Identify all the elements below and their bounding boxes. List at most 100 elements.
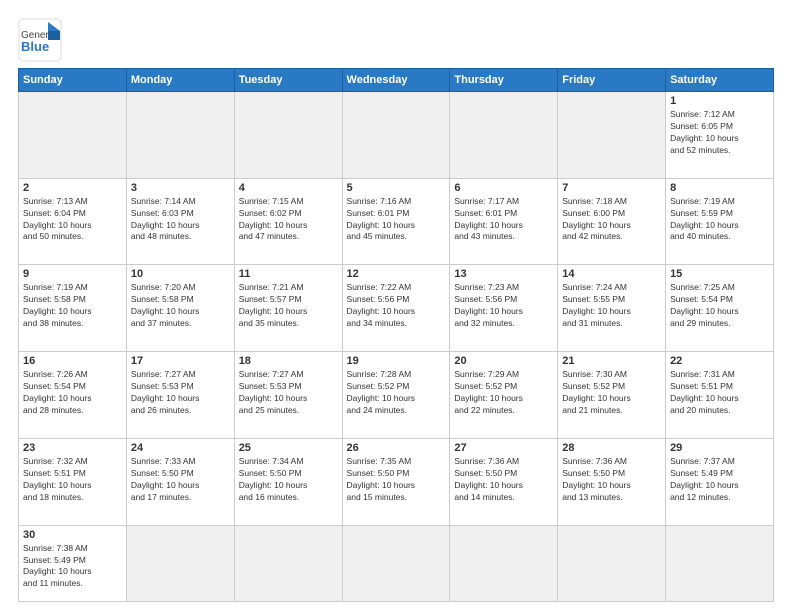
table-row: 30Sunrise: 7:38 AMSunset: 5:49 PMDayligh… [19,525,127,601]
table-row [126,92,234,179]
col-header-sunday: Sunday [19,69,127,92]
day-number: 3 [131,182,230,194]
day-number: 18 [239,355,338,367]
day-info: Sunrise: 7:30 AMSunset: 5:52 PMDaylight:… [562,369,661,417]
day-number: 25 [239,442,338,454]
day-info: Sunrise: 7:19 AMSunset: 5:59 PMDaylight:… [670,196,769,244]
table-row [558,92,666,179]
table-row [666,525,774,601]
table-row: 18Sunrise: 7:27 AMSunset: 5:53 PMDayligh… [234,352,342,439]
day-info: Sunrise: 7:38 AMSunset: 5:49 PMDaylight:… [23,543,122,591]
day-info: Sunrise: 7:15 AMSunset: 6:02 PMDaylight:… [239,196,338,244]
day-info: Sunrise: 7:18 AMSunset: 6:00 PMDaylight:… [562,196,661,244]
day-info: Sunrise: 7:29 AMSunset: 5:52 PMDaylight:… [454,369,553,417]
day-number: 1 [670,95,769,107]
day-number: 22 [670,355,769,367]
day-info: Sunrise: 7:36 AMSunset: 5:50 PMDaylight:… [454,456,553,504]
day-info: Sunrise: 7:22 AMSunset: 5:56 PMDaylight:… [347,282,446,330]
day-number: 17 [131,355,230,367]
day-number: 21 [562,355,661,367]
day-number: 9 [23,268,122,280]
table-row: 19Sunrise: 7:28 AMSunset: 5:52 PMDayligh… [342,352,450,439]
table-row [126,525,234,601]
table-row: 14 Sunrise: 7:24 AMSunset: 5:55 PMDayligh… [558,265,666,352]
table-row: 4 Sunrise: 7:15 AMSunset: 6:02 PMDaylight… [234,178,342,265]
day-info: Sunrise: 7:36 AMSunset: 5:50 PMDaylight:… [562,456,661,504]
col-header-tuesday: Tuesday [234,69,342,92]
table-row [234,525,342,601]
table-row: 15 Sunrise: 7:25 AMSunset: 5:54 PMDayligh… [666,265,774,352]
day-info: Sunrise: 7:32 AMSunset: 5:51 PMDaylight:… [23,456,122,504]
table-row: 7 Sunrise: 7:18 AMSunset: 6:00 PMDaylight… [558,178,666,265]
table-row [558,525,666,601]
day-info: Sunrise: 7:17 AMSunset: 6:01 PMDaylight:… [454,196,553,244]
table-row: 23 Sunrise: 7:32 AMSunset: 5:51 PMDayligh… [19,438,127,525]
day-info: Sunrise: 7:34 AMSunset: 5:50 PMDaylight:… [239,456,338,504]
table-row: 16 Sunrise: 7:26 AMSunset: 5:54 PMDayligh… [19,352,127,439]
day-number: 7 [562,182,661,194]
table-row: 22 Sunrise: 7:31 AMSunset: 5:51 PMDayligh… [666,352,774,439]
day-info: Sunrise: 7:35 AMSunset: 5:50 PMDaylight:… [347,456,446,504]
table-row [19,92,127,179]
col-header-monday: Monday [126,69,234,92]
day-info: Sunrise: 7:23 AMSunset: 5:56 PMDaylight:… [454,282,553,330]
day-number: 29 [670,442,769,454]
day-number: 8 [670,182,769,194]
day-info: Sunrise: 7:28 AMSunset: 5:52 PMDaylight:… [347,369,446,417]
day-number: 2 [23,182,122,194]
table-row [450,525,558,601]
day-info: Sunrise: 7:25 AMSunset: 5:54 PMDaylight:… [670,282,769,330]
table-row: 27Sunrise: 7:36 AMSunset: 5:50 PMDayligh… [450,438,558,525]
table-row: 9Sunrise: 7:19 AMSunset: 5:58 PMDaylight… [19,265,127,352]
header: GeneralBlue [18,18,774,62]
col-header-friday: Friday [558,69,666,92]
day-info: Sunrise: 7:24 AMSunset: 5:55 PMDaylight:… [562,282,661,330]
day-number: 23 [23,442,122,454]
col-header-wednesday: Wednesday [342,69,450,92]
day-number: 6 [454,182,553,194]
logo: GeneralBlue [18,18,62,62]
day-info: Sunrise: 7:26 AMSunset: 5:54 PMDaylight:… [23,369,122,417]
table-row: 21 Sunrise: 7:30 AMSunset: 5:52 PMDayligh… [558,352,666,439]
day-info: Sunrise: 7:21 AMSunset: 5:57 PMDaylight:… [239,282,338,330]
day-number: 13 [454,268,553,280]
logo-svg: GeneralBlue [18,18,62,62]
day-number: 15 [670,268,769,280]
table-row [234,92,342,179]
day-info: Sunrise: 7:31 AMSunset: 5:51 PMDaylight:… [670,369,769,417]
calendar-table: SundayMondayTuesdayWednesdayThursdayFrid… [18,68,774,602]
day-info: Sunrise: 7:13 AMSunset: 6:04 PMDaylight:… [23,196,122,244]
table-row: 8 Sunrise: 7:19 AMSunset: 5:59 PMDaylight… [666,178,774,265]
table-row: 13 Sunrise: 7:23 AMSunset: 5:56 PMDayligh… [450,265,558,352]
day-info: Sunrise: 7:16 AMSunset: 6:01 PMDaylight:… [347,196,446,244]
day-number: 16 [23,355,122,367]
table-row: 17 Sunrise: 7:27 AMSunset: 5:53 PMDayligh… [126,352,234,439]
day-number: 11 [239,268,338,280]
table-row: 10Sunrise: 7:20 AMSunset: 5:58 PMDayligh… [126,265,234,352]
table-row: 3 Sunrise: 7:14 AMSunset: 6:03 PMDaylight… [126,178,234,265]
day-info: Sunrise: 7:27 AMSunset: 5:53 PMDaylight:… [131,369,230,417]
day-info: Sunrise: 7:14 AMSunset: 6:03 PMDaylight:… [131,196,230,244]
day-number: 14 [562,268,661,280]
col-header-thursday: Thursday [450,69,558,92]
table-row [342,92,450,179]
day-number: 20 [454,355,553,367]
table-row: 24Sunrise: 7:33 AMSunset: 5:50 PMDayligh… [126,438,234,525]
table-row [342,525,450,601]
table-row: 28 Sunrise: 7:36 AMSunset: 5:50 PMDayligh… [558,438,666,525]
col-header-saturday: Saturday [666,69,774,92]
table-row: 6 Sunrise: 7:17 AMSunset: 6:01 PMDaylight… [450,178,558,265]
table-row: 26 Sunrise: 7:35 AMSunset: 5:50 PMDayligh… [342,438,450,525]
table-row [450,92,558,179]
table-row: 1 Sunrise: 7:12 AMSunset: 6:05 PMDaylight… [666,92,774,179]
day-info: Sunrise: 7:33 AMSunset: 5:50 PMDaylight:… [131,456,230,504]
day-number: 4 [239,182,338,194]
page: GeneralBlue SundayMondayTuesdayWednesday… [0,0,792,612]
table-row: 29 Sunrise: 7:37 AMSunset: 5:49 PMDayligh… [666,438,774,525]
day-info: Sunrise: 7:37 AMSunset: 5:49 PMDaylight:… [670,456,769,504]
day-number: 28 [562,442,661,454]
day-number: 5 [347,182,446,194]
day-info: Sunrise: 7:20 AMSunset: 5:58 PMDaylight:… [131,282,230,330]
day-number: 26 [347,442,446,454]
day-info: Sunrise: 7:12 AMSunset: 6:05 PMDaylight:… [670,109,769,157]
